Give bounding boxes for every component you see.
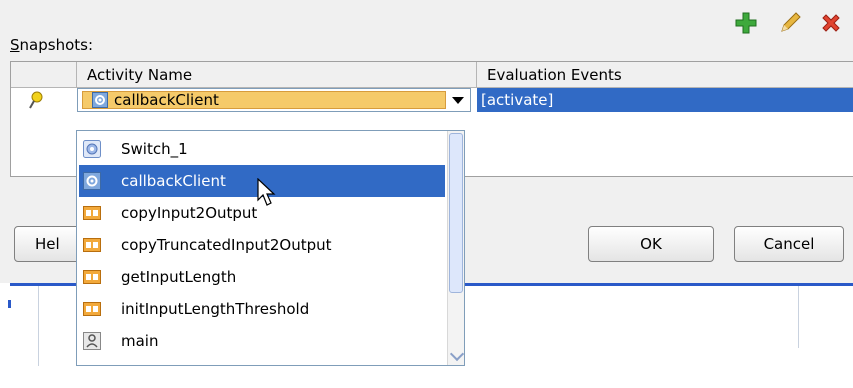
pin-icon [29,91,43,109]
activity-name-combobox[interactable]: callbackClient [77,88,471,112]
marker-column-header [11,62,77,88]
dropdown-item-label: initInputLengthThreshold [121,300,310,318]
dropdown-scrollbar[interactable] [447,131,464,365]
evaluation-events-column-header[interactable]: Evaluation Events [477,62,853,88]
pencil-icon[interactable] [777,10,803,36]
chevron-down-icon[interactable] [449,346,464,362]
gear-icon [92,92,108,108]
activity-name-column-header[interactable]: Activity Name [77,62,477,88]
snapshots-label: Snapshots: [10,36,94,54]
scrollbar-thumb[interactable] [449,133,463,293]
canvas-marker [8,300,11,308]
dropdown-item-label: main [121,332,159,350]
dropdown-item-label: getInputLength [121,268,237,286]
plus-icon[interactable] [733,10,759,36]
activity-name-value: callbackClient [114,91,219,109]
canvas-guide [798,286,799,348]
chevron-down-icon[interactable] [452,97,464,104]
dropdown-item-label: Switch_1 [121,140,188,158]
evaluation-events-cell[interactable]: [activate] [477,88,853,112]
dropdown-item[interactable]: Switch_1 [79,133,445,165]
canvas-guide [38,286,39,366]
dropdown-item-label: copyInput2Output [121,204,258,222]
help-button[interactable]: Hel [14,226,84,262]
dropdown-item-label: copyTruncatedInput2Output [121,236,332,254]
switch-icon [83,140,101,158]
dropdown-item-label: callbackClient [121,172,226,190]
assign-icon [83,206,101,220]
mouse-pointer-icon [257,178,276,206]
dropdown-item[interactable]: copyTruncatedInput2Output [79,229,445,261]
scope-icon [83,332,101,350]
ok-button[interactable]: OK [588,226,714,262]
assign-icon [83,270,101,284]
gear-icon [83,172,101,190]
dropdown-item[interactable]: initInputLengthThreshold [79,293,445,325]
cancel-button[interactable]: Cancel [734,226,844,262]
table-row[interactable]: callbackClient [activate] [11,88,853,112]
assign-icon [83,302,101,316]
dropdown-item[interactable]: getInputLength [79,261,445,293]
activity-dropdown-list[interactable]: Switch_1 callbackClient copyInput2Output co… [76,130,465,366]
x-icon[interactable] [818,10,844,36]
dropdown-item[interactable]: main [79,325,445,357]
assign-icon [83,238,101,252]
